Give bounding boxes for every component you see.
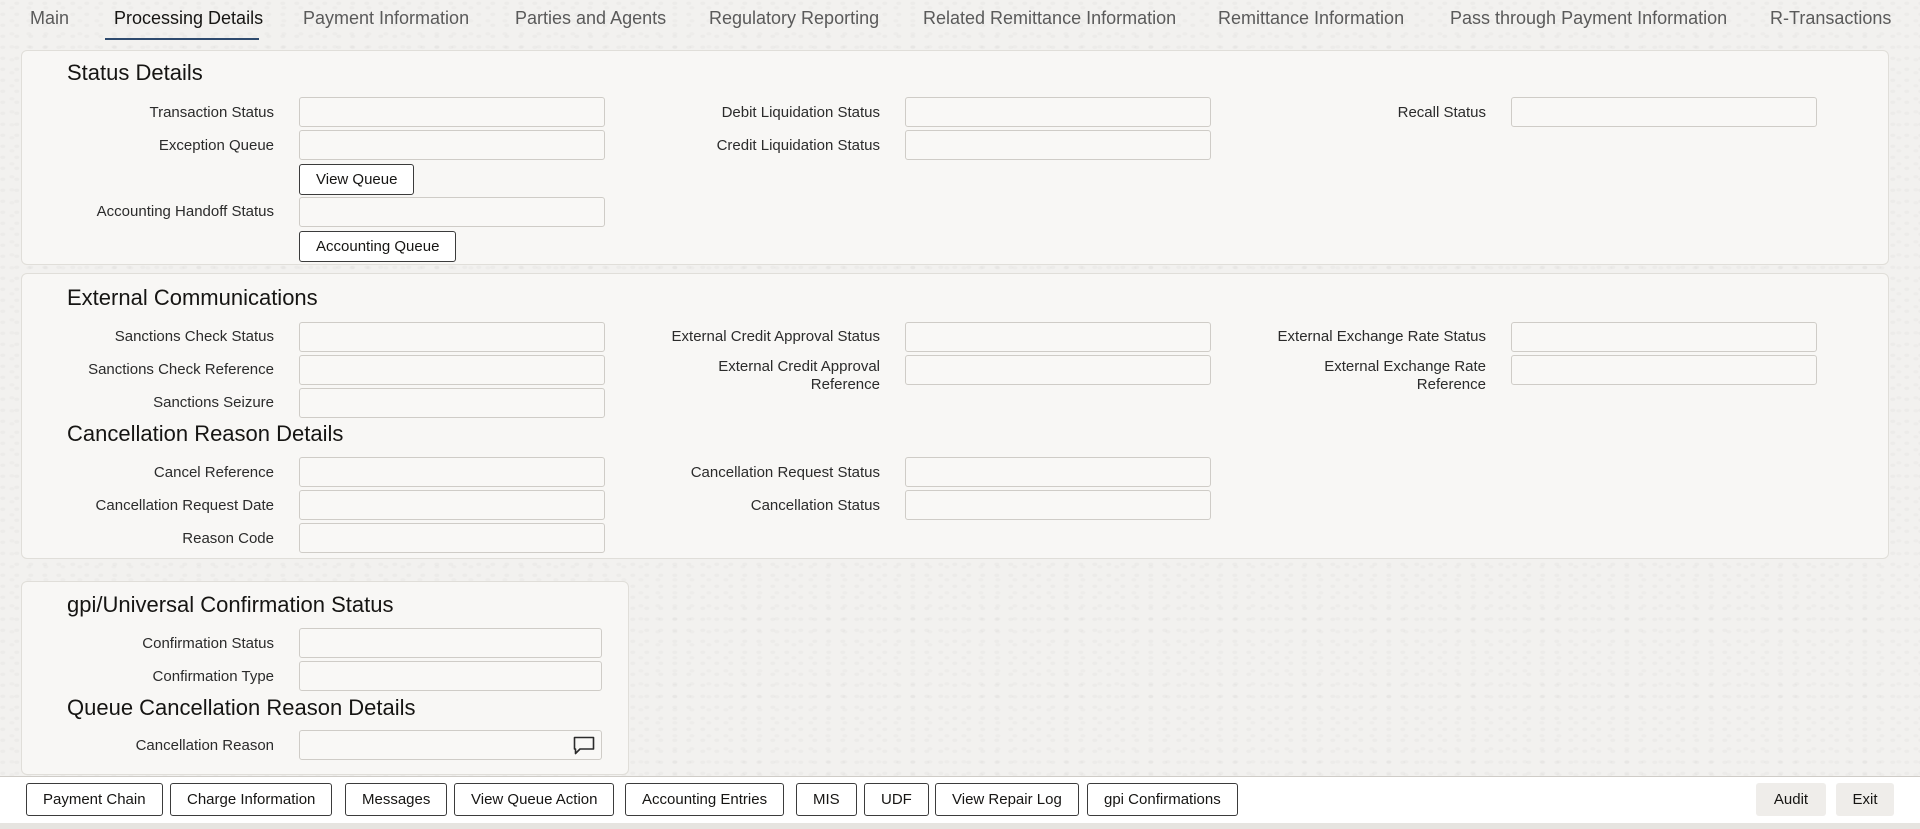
- debit-liquidation-status-label: Debit Liquidation Status: [721, 104, 880, 121]
- cancellation-request-status-label: Cancellation Request Status: [690, 464, 880, 481]
- transaction-status-label: Transaction Status: [149, 104, 274, 121]
- footer-toolbar: Payment Chain Charge Information Message…: [0, 776, 1920, 829]
- external-credit-approval-reference-field[interactable]: [905, 355, 1211, 385]
- external-exchange-rate-reference-line1: External Exchange Rate: [1324, 358, 1486, 375]
- gpi-confirmations-button[interactable]: gpi Confirmations: [1087, 783, 1238, 816]
- accounting-entries-button[interactable]: Accounting Entries: [625, 783, 785, 816]
- messages-button[interactable]: Messages: [345, 783, 448, 816]
- external-credit-approval-reference-label: External Credit Approval Reference: [600, 358, 880, 394]
- external-credit-approval-reference-line2: Reference: [810, 376, 880, 393]
- tab-payment-information[interactable]: Payment Information: [303, 8, 469, 29]
- sanctions-seizure-label: Sanctions Seizure: [153, 394, 274, 411]
- status-details-title: Status Details: [67, 60, 203, 85]
- cancel-reference-label: Cancel Reference: [153, 464, 274, 481]
- confirmation-status-field[interactable]: [299, 628, 602, 658]
- queue-cancellation-reason-details-title: Queue Cancellation Reason Details: [67, 695, 416, 720]
- tab-regulatory-reporting[interactable]: Regulatory Reporting: [709, 8, 879, 29]
- tab-remittance-information[interactable]: Remittance Information: [1218, 8, 1404, 29]
- credit-liquidation-status-field[interactable]: [905, 130, 1211, 160]
- tab-main[interactable]: Main: [30, 8, 69, 29]
- external-exchange-rate-reference-field[interactable]: [1511, 355, 1817, 385]
- exception-queue-field[interactable]: [299, 130, 605, 160]
- debit-liquidation-status-field[interactable]: [905, 97, 1211, 127]
- sanctions-check-reference-field[interactable]: [299, 355, 605, 385]
- accounting-queue-button[interactable]: Accounting Queue: [299, 231, 457, 262]
- tab-processing-details[interactable]: Processing Details: [114, 8, 263, 29]
- sanctions-check-status-field[interactable]: [299, 322, 605, 352]
- tab-related-remittance-information[interactable]: Related Remittance Information: [923, 8, 1176, 29]
- payment-chain-button[interactable]: Payment Chain: [26, 783, 163, 816]
- reason-code-label: Reason Code: [182, 530, 274, 547]
- comment-icon[interactable]: [573, 736, 595, 755]
- credit-liquidation-status-label: Credit Liquidation Status: [716, 137, 880, 154]
- confirmation-status-label: Confirmation Status: [142, 635, 274, 652]
- exception-queue-label: Exception Queue: [158, 137, 274, 154]
- cancellation-request-status-field[interactable]: [905, 457, 1211, 487]
- udf-button[interactable]: UDF: [864, 783, 929, 816]
- sanctions-check-status-label: Sanctions Check Status: [114, 328, 274, 345]
- cancellation-status-field[interactable]: [905, 490, 1211, 520]
- exit-button[interactable]: Exit: [1836, 783, 1894, 816]
- cancellation-status-label: Cancellation Status: [750, 497, 880, 514]
- cancel-reference-field[interactable]: [299, 457, 605, 487]
- cancellation-request-date-label: Cancellation Request Date: [95, 497, 274, 514]
- external-exchange-rate-reference-line2: Reference: [1416, 376, 1486, 393]
- sanctions-seizure-field[interactable]: [299, 388, 605, 418]
- cancellation-reason-field[interactable]: [299, 730, 602, 760]
- tab-pass-through-payment-information[interactable]: Pass through Payment Information: [1450, 8, 1727, 29]
- cancellation-reason-details-title: Cancellation Reason Details: [67, 421, 344, 446]
- confirmation-type-field[interactable]: [299, 661, 602, 691]
- transaction-status-field[interactable]: [299, 97, 605, 127]
- audit-button[interactable]: Audit: [1756, 783, 1826, 816]
- view-queue-action-button[interactable]: View Queue Action: [454, 783, 615, 816]
- sanctions-check-reference-label: Sanctions Check Reference: [88, 361, 274, 378]
- footer-bottom-strip: [0, 823, 1920, 829]
- external-communications-title: External Communications: [67, 285, 318, 310]
- view-repair-log-button[interactable]: View Repair Log: [935, 783, 1079, 816]
- external-exchange-rate-reference-label: External Exchange Rate Reference: [1230, 358, 1486, 394]
- accounting-handoff-status-field[interactable]: [299, 197, 605, 227]
- reason-code-field[interactable]: [299, 523, 605, 553]
- recall-status-label: Recall Status: [1397, 104, 1486, 121]
- tab-bar: Main Processing Details Payment Informat…: [0, 0, 1920, 42]
- external-exchange-rate-status-field[interactable]: [1511, 322, 1817, 352]
- accounting-handoff-status-label: Accounting Handoff Status: [96, 203, 274, 220]
- view-queue-button[interactable]: View Queue: [299, 164, 415, 195]
- cancellation-reason-label: Cancellation Reason: [135, 737, 274, 754]
- tab-r-transactions[interactable]: R-Transactions: [1770, 8, 1891, 29]
- recall-status-field[interactable]: [1511, 97, 1817, 127]
- cancellation-request-date-field[interactable]: [299, 490, 605, 520]
- external-credit-approval-status-label: External Credit Approval Status: [671, 328, 880, 345]
- gpi-confirmation-status-title: gpi/Universal Confirmation Status: [67, 592, 394, 617]
- mis-button[interactable]: MIS: [796, 783, 857, 816]
- tab-parties-and-agents[interactable]: Parties and Agents: [515, 8, 666, 29]
- external-exchange-rate-status-label: External Exchange Rate Status: [1277, 328, 1486, 345]
- external-credit-approval-reference-line1: External Credit Approval: [718, 358, 880, 375]
- external-credit-approval-status-field[interactable]: [905, 322, 1211, 352]
- active-tab-indicator: [105, 38, 259, 40]
- confirmation-type-label: Confirmation Type: [152, 668, 274, 685]
- charge-information-button[interactable]: Charge Information: [170, 783, 333, 816]
